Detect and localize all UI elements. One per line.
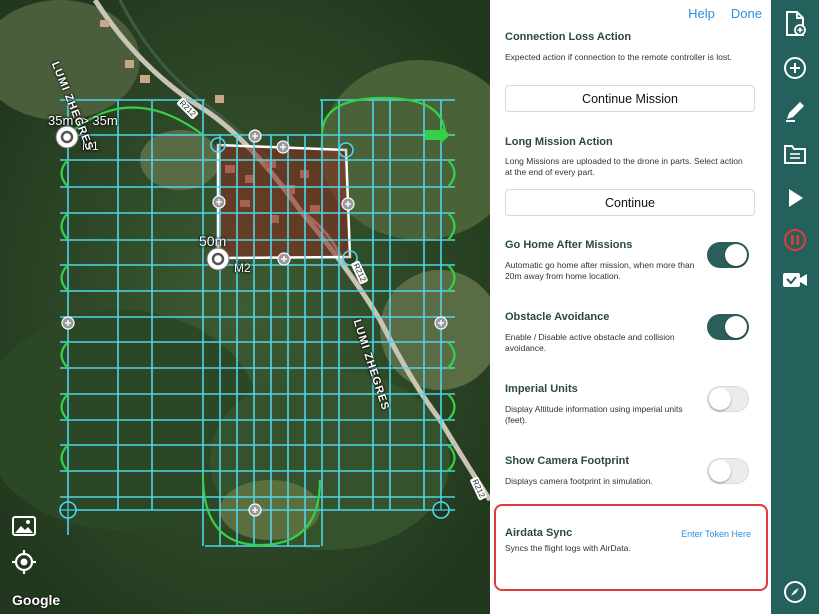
image-icon[interactable]: [10, 512, 38, 540]
add-icon[interactable]: [781, 54, 809, 82]
map-view[interactable]: 35m -> 35m M1 50m M2 LUMI ZHEGRES LUMI Z…: [0, 0, 490, 614]
go-home-toggle[interactable]: [707, 242, 749, 268]
stop-icon[interactable]: [781, 226, 809, 254]
play-icon[interactable]: [781, 184, 809, 212]
long-mission-title: Long Mission Action: [505, 136, 613, 148]
right-toolbar: [771, 0, 819, 614]
survey-grid-overlay: [55, 96, 456, 547]
altitude-label: 50m: [199, 233, 227, 249]
compass-icon[interactable]: [781, 578, 809, 606]
new-document-icon[interactable]: [781, 10, 809, 38]
continue-button[interactable]: Continue: [505, 189, 755, 216]
done-link[interactable]: Done: [731, 6, 762, 21]
edit-pen-icon[interactable]: [781, 97, 809, 125]
camera-footprint-toggle[interactable]: [707, 458, 749, 484]
camera-icon[interactable]: [781, 266, 809, 294]
location-target-icon[interactable]: [10, 548, 38, 576]
imperial-units-title: Imperial Units: [505, 383, 578, 395]
enter-token-link[interactable]: Enter Token Here: [681, 529, 751, 539]
airdata-desc: Syncs the flight logs with AirData.: [505, 543, 631, 553]
camera-footprint-desc: Displays camera footprint in simulation.: [505, 476, 653, 486]
long-mission-desc: Long Missions are uploaded to the drone …: [505, 156, 743, 177]
marker-m2-label[interactable]: M2: [234, 261, 251, 275]
imperial-units-toggle[interactable]: [707, 386, 749, 412]
panel-topbar: Help Done: [688, 6, 762, 21]
continue-mission-button[interactable]: Continue Mission: [505, 85, 755, 112]
connection-loss-title: Connection Loss Action: [505, 31, 632, 43]
help-link[interactable]: Help: [688, 6, 715, 21]
imperial-units-desc: Display Altitude information using imper…: [505, 404, 683, 425]
folder-icon[interactable]: [781, 140, 809, 168]
obstacle-avoidance-title: Obstacle Avoidance: [505, 311, 610, 323]
go-home-title: Go Home After Missions: [505, 239, 633, 251]
camera-footprint-title: Show Camera Footprint: [505, 455, 630, 467]
airdata-title: Airdata Sync: [505, 527, 573, 539]
obstacle-avoidance-toggle[interactable]: [707, 314, 749, 340]
obstacle-avoidance-desc: Enable / Disable active obstacle and col…: [505, 332, 675, 353]
connection-loss-desc: Expected action if connection to the rem…: [505, 52, 732, 62]
settings-panel: Help Done Connection Loss Action Expecte…: [490, 0, 771, 614]
go-home-desc: Automatic go home after mission, when mo…: [505, 260, 695, 281]
google-attribution: Google: [12, 592, 61, 608]
